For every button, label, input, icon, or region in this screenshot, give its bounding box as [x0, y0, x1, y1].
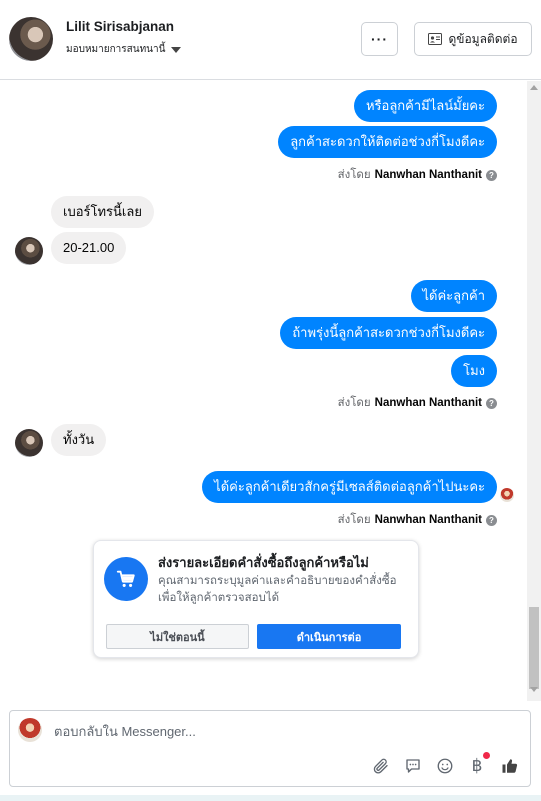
outgoing-message[interactable]: ได้ค่ะลูกค้า: [410, 280, 497, 312]
help-icon[interactable]: ?: [486, 514, 497, 526]
cart-icon: [104, 557, 148, 601]
assign-conversation-label: มอบหมายการสนทนานี้: [66, 44, 166, 55]
help-icon[interactable]: ?: [486, 397, 497, 409]
reply-input[interactable]: [54, 724, 454, 739]
card-description: คุณสามารถระบุมูลค่าและคำอธิบายของคำสั่งซ…: [158, 575, 397, 604]
incoming-message[interactable]: 20-21.00: [51, 232, 127, 264]
scroll-down-arrow-icon[interactable]: [530, 687, 538, 692]
conversation-scrollbar[interactable]: [527, 81, 541, 701]
continue-button[interactable]: ดำเนินการต่อ: [257, 624, 401, 649]
outgoing-message[interactable]: หรือลูกค้ามีไลน์มั้ยคะ: [353, 90, 497, 122]
assign-conversation-dropdown[interactable]: มอบหมายการสนทนานี้: [66, 42, 182, 57]
incoming-message[interactable]: เบอร์โทรนี้เลย: [51, 196, 154, 228]
chat-icon[interactable]: [402, 755, 424, 777]
sender-name: Nanwhan Nanthanit: [374, 397, 482, 409]
bottom-strip: [0, 795, 541, 801]
not-now-button[interactable]: ไม่ใช่ตอนนี้: [106, 624, 249, 649]
view-contact-label: ดูข้อมูลติดต่อ: [448, 31, 518, 46]
help-icon[interactable]: ?: [486, 169, 497, 181]
sender-name: Nanwhan Nanthanit: [374, 514, 482, 526]
conversation-header: Lilit Sirisabjanan มอบหมายการสนทนานี้ ··…: [0, 0, 541, 80]
sent-by-label: ส่งโดย Nanwhan Nanthanit ?: [338, 394, 497, 412]
page-avatar: [18, 718, 42, 742]
sender-name: Nanwhan Nanthanit: [374, 169, 482, 181]
order-details-prompt-card: ส่งรายละเอียดคำสั่งซื้อถึงลูกค้าหรือไม่ …: [93, 540, 419, 658]
sent-by-prefix: ส่งโดย: [337, 169, 371, 181]
more-icon: ···: [371, 31, 388, 47]
thumbs-up-icon[interactable]: [499, 755, 521, 777]
outgoing-message[interactable]: ถ้าพรุ่งนี้ลูกค้าสะดวกช่วงกี่โมงดีคะ: [280, 317, 497, 349]
seen-indicator-avatar: [500, 488, 514, 502]
scrollbar-thumb[interactable]: [529, 607, 539, 689]
sent-by-prefix: ส่งโดย: [337, 514, 371, 526]
customer-name[interactable]: Lilit Sirisabjanan: [66, 19, 174, 34]
customer-avatar-small: [15, 237, 43, 265]
emoji-icon[interactable]: [434, 755, 456, 777]
incoming-message[interactable]: ทั้งวัน: [51, 424, 107, 456]
sent-by-label: ส่งโดย Nanwhan Nanthanit ?: [338, 511, 497, 529]
view-contact-button[interactable]: ดูข้อมูลติดต่อ: [414, 22, 532, 56]
more-options-button[interactable]: ···: [361, 22, 398, 56]
card-title: ส่งรายละเอียดคำสั่งซื้อถึงลูกค้าหรือไม่: [158, 555, 369, 570]
customer-avatar[interactable]: [9, 17, 53, 61]
attachment-icon[interactable]: [370, 755, 392, 777]
contact-card-icon: [428, 33, 443, 45]
scroll-up-arrow-icon[interactable]: [530, 85, 538, 90]
outgoing-message[interactable]: ลูกค้าสะดวกให้ติดต่อช่วงกี่โมงดีคะ: [278, 126, 497, 158]
sent-by-label: ส่งโดย Nanwhan Nanthanit ?: [338, 166, 497, 184]
caret-down-icon: [171, 46, 182, 53]
outgoing-message[interactable]: โมง: [451, 355, 497, 387]
outgoing-message[interactable]: ได้ค่ะลูกค้าเดียวสักครู่มีเซลส์ติดต่อลูก…: [202, 471, 497, 503]
sent-by-prefix: ส่งโดย: [337, 397, 371, 409]
customer-avatar-small: [15, 429, 43, 457]
notification-dot: [483, 752, 490, 759]
reply-composer: ฿: [9, 710, 531, 787]
